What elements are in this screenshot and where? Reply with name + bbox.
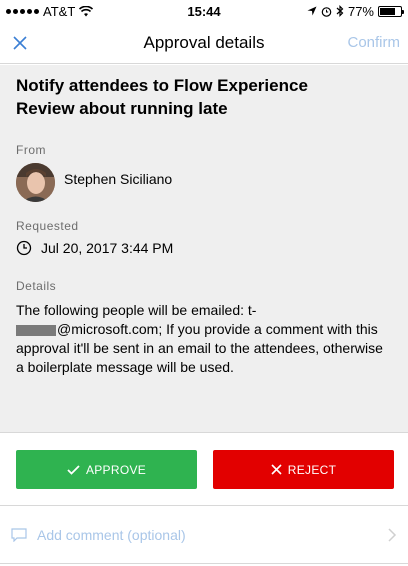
wifi-icon [79, 5, 94, 16]
status-right: 77% [307, 3, 404, 19]
alarm-icon [321, 6, 332, 17]
details-suffix: @microsoft.com; If you provide a comment… [16, 321, 383, 375]
details-text: The following people will be emailed: t-… [16, 301, 392, 377]
action-bar: APPROVE REJECT [0, 432, 408, 506]
redacted-email [16, 324, 56, 336]
page-title: Approval details [143, 32, 265, 52]
avatar [16, 163, 55, 202]
status-bar: AT&T 15:44 77% [0, 0, 408, 22]
clock-icon [16, 240, 32, 256]
approval-details-panel: Notify attendees to Flow Experience Revi… [0, 65, 408, 432]
signal-strength-icon [6, 8, 39, 14]
approval-title: Notify attendees to Flow Experience Revi… [16, 76, 308, 118]
carrier-name: AT&T [43, 3, 76, 19]
navigation-bar: Approval details Confirm [0, 22, 408, 64]
status-left: AT&T [6, 3, 94, 19]
battery-level [380, 7, 396, 15]
comment-icon [11, 527, 27, 542]
requester-row: Stephen Siciliano [16, 163, 392, 202]
confirm-button[interactable]: Confirm [347, 34, 400, 51]
reject-button[interactable]: REJECT [213, 450, 394, 489]
details-label: Details [16, 279, 57, 293]
requested-date-row: Jul 20, 2017 3:44 PM [16, 240, 392, 256]
from-label: From [16, 143, 46, 157]
reject-label: REJECT [287, 462, 337, 477]
requested-date: Jul 20, 2017 3:44 PM [41, 240, 174, 256]
close-button[interactable] [8, 31, 32, 55]
requested-label: Requested [16, 219, 79, 233]
details-prefix: The following people will be emailed: t- [16, 302, 257, 318]
checkmark-icon [67, 464, 80, 475]
location-icon [307, 6, 317, 16]
close-icon [271, 464, 282, 475]
battery-icon [378, 5, 404, 17]
requester-name: Stephen Siciliano [64, 170, 173, 187]
add-comment-row[interactable]: Add comment (optional) [0, 506, 408, 564]
avatar-photo [16, 163, 55, 202]
bluetooth-icon [336, 5, 344, 17]
battery-percent: 77% [347, 3, 374, 19]
approve-button[interactable]: APPROVE [16, 450, 197, 489]
chevron-right-icon [388, 527, 397, 542]
approve-label: APPROVE [85, 462, 147, 477]
close-icon [13, 36, 27, 50]
add-comment-placeholder: Add comment (optional) [37, 526, 186, 543]
